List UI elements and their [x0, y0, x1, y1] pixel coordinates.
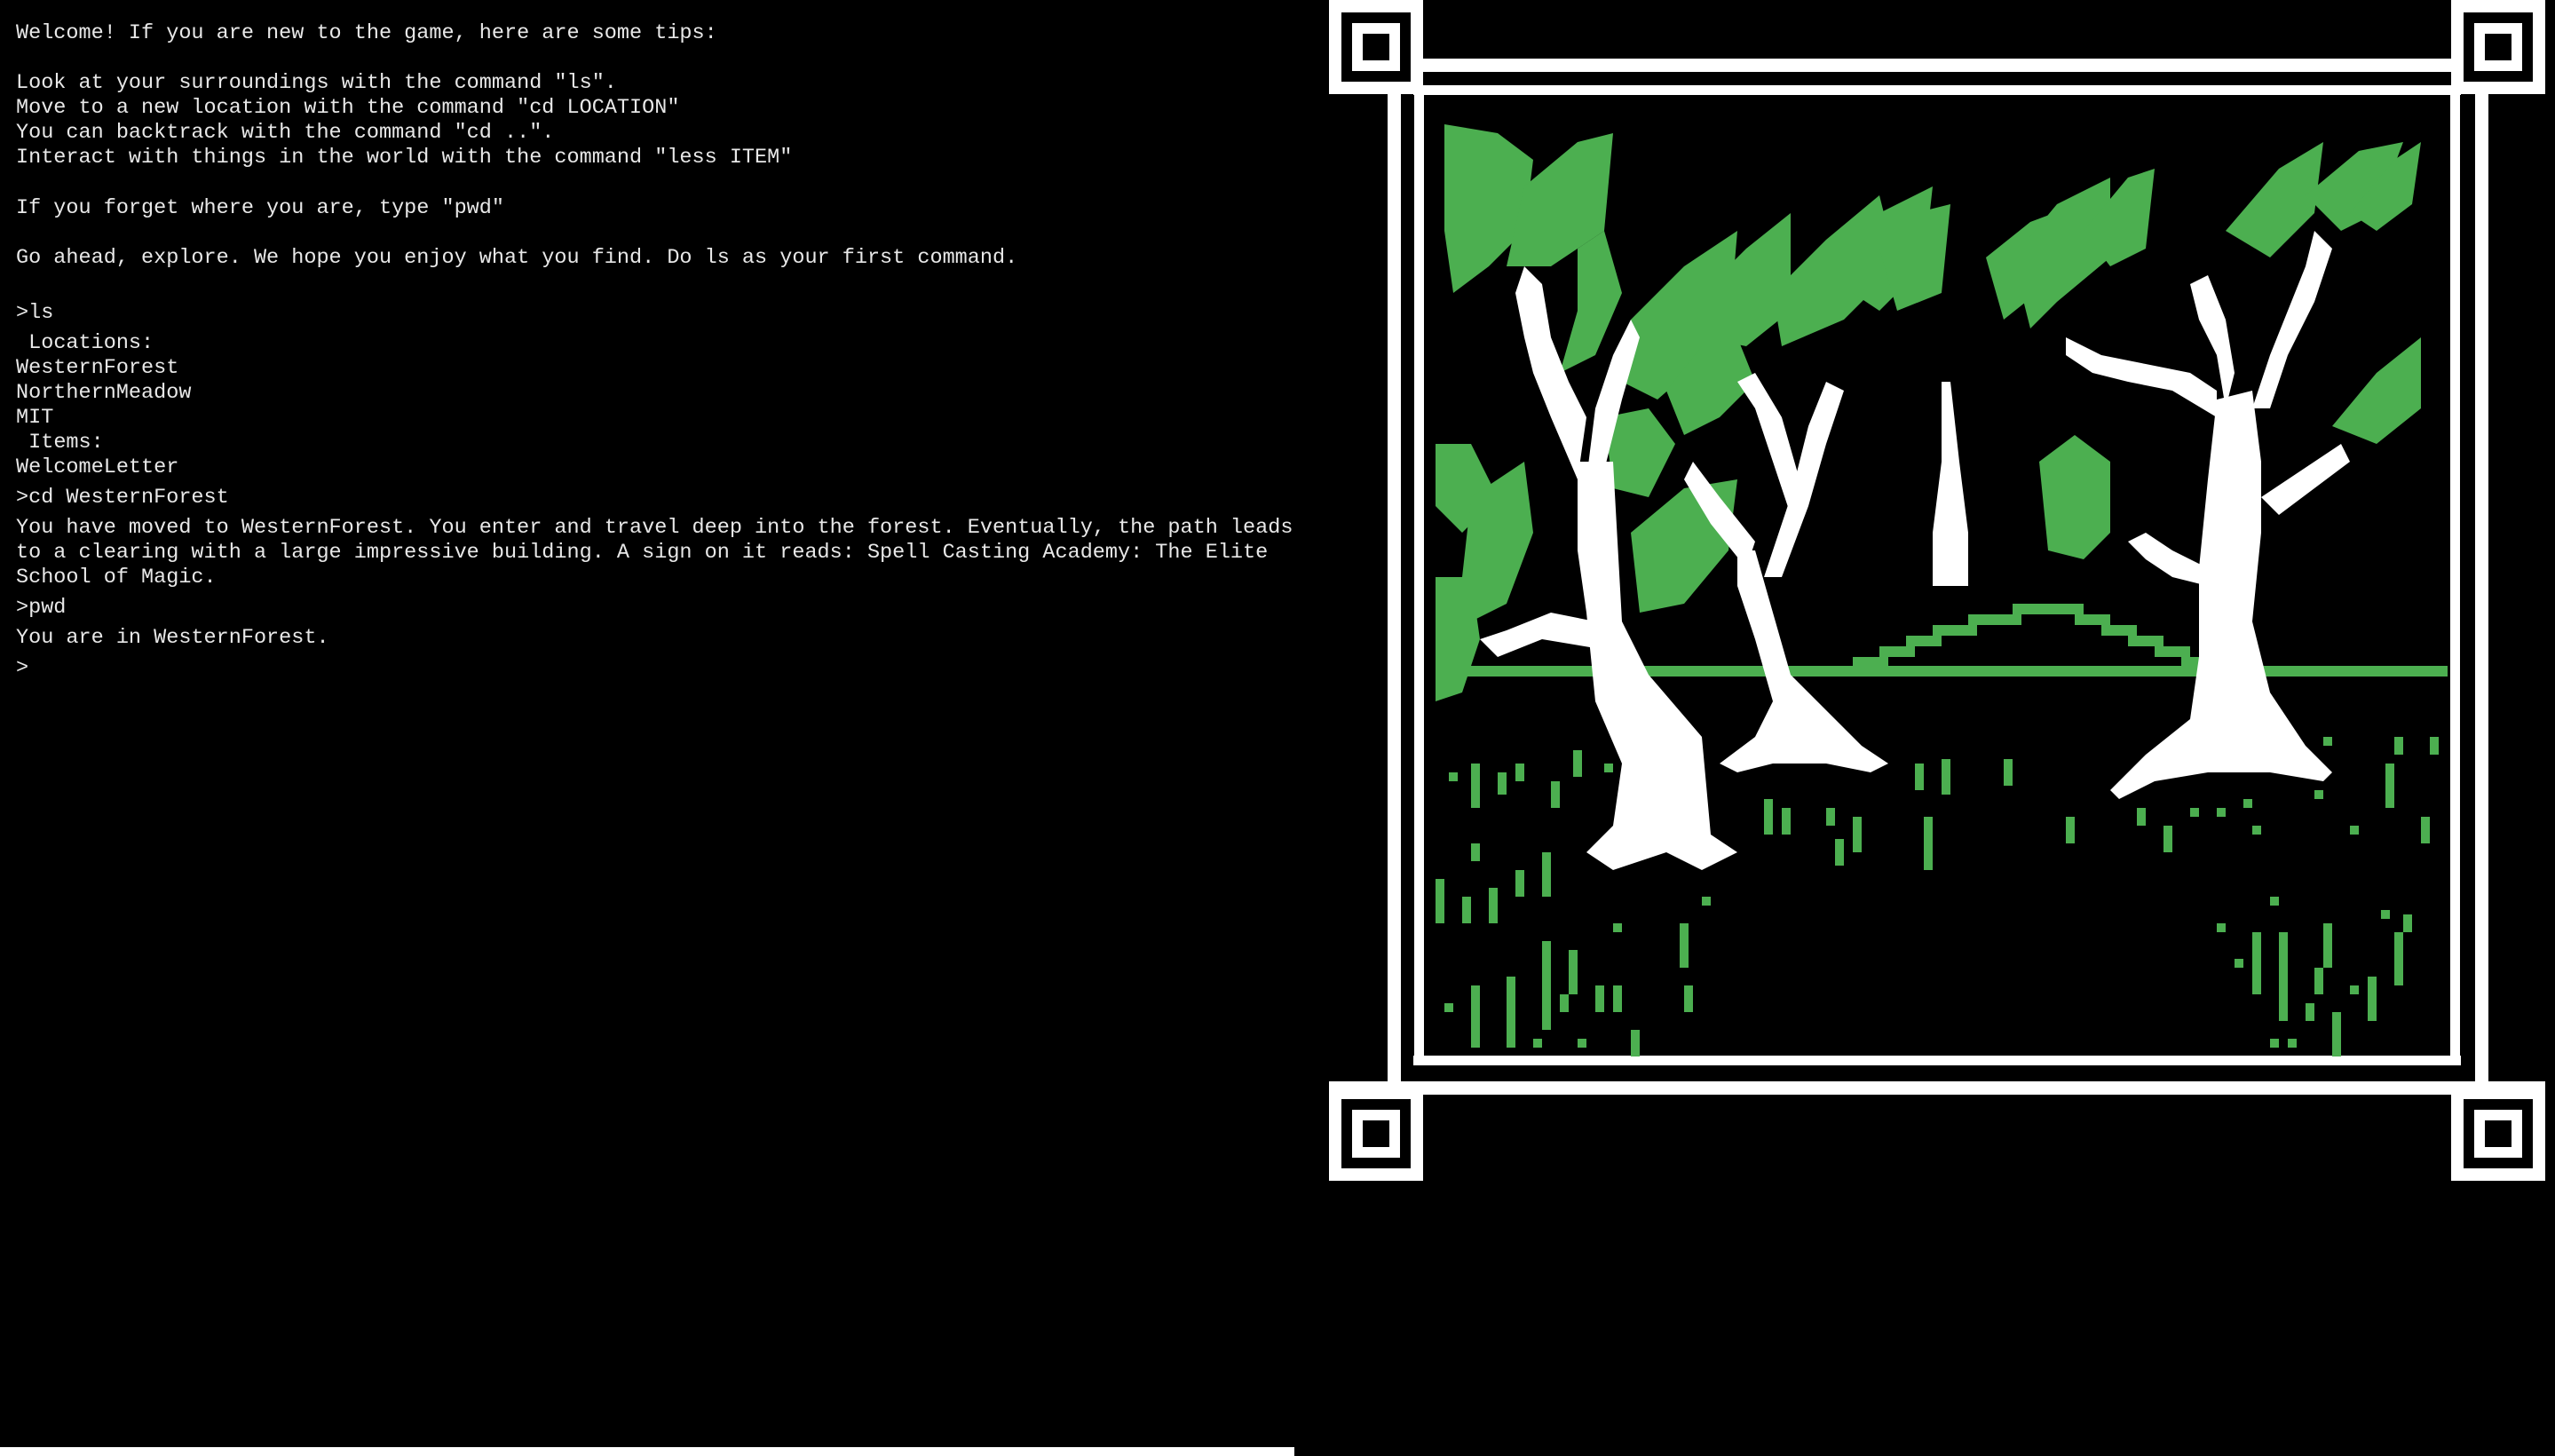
intro-line: Look at your surroundings with the comma…: [16, 71, 617, 95]
output-line: MIT: [16, 406, 54, 430]
command-line: >pwd: [16, 596, 67, 620]
corner-top-right: [2451, 0, 2545, 94]
forest-pixel-art: [1329, 0, 2545, 1181]
corner-bottom-right: [2451, 1087, 2545, 1181]
intro-line: Interact with things in the world with t…: [16, 146, 793, 170]
output-line: WesternForest: [16, 356, 179, 380]
intro-line: You can backtrack with the command "cd .…: [16, 121, 555, 145]
command-prompt[interactable]: >: [16, 656, 1285, 681]
command-line: >cd WesternForest: [16, 486, 229, 510]
intro-line: Move to a new location with the command …: [16, 96, 680, 120]
output-line: You have moved to WesternForest. You ent…: [16, 516, 1306, 590]
text-cursor: [28, 657, 39, 678]
prompt-symbol: >: [16, 656, 29, 680]
input-bar[interactable]: [0, 1447, 1294, 1456]
output-line: NorthernMeadow: [16, 381, 192, 405]
command-line: >ls: [16, 301, 54, 325]
terminal-panel[interactable]: Welcome! If you are new to the game, her…: [0, 0, 1294, 1449]
output-line: You are in WesternForest.: [16, 626, 329, 650]
grass: [1436, 737, 2439, 1056]
output-line: Locations:: [16, 331, 154, 355]
output-line: Items:: [16, 431, 104, 455]
forest-scene-image: [1329, 0, 2545, 1181]
intro-line: If you forget where you are, type "pwd": [16, 196, 504, 220]
corner-top-left: [1329, 0, 1423, 94]
output-line: WelcomeLetter: [16, 455, 179, 479]
intro-line: Go ahead, explore. We hope you enjoy wha…: [16, 246, 1018, 270]
corner-bottom-left: [1329, 1087, 1423, 1181]
intro-line: Welcome! If you are new to the game, her…: [16, 21, 717, 45]
